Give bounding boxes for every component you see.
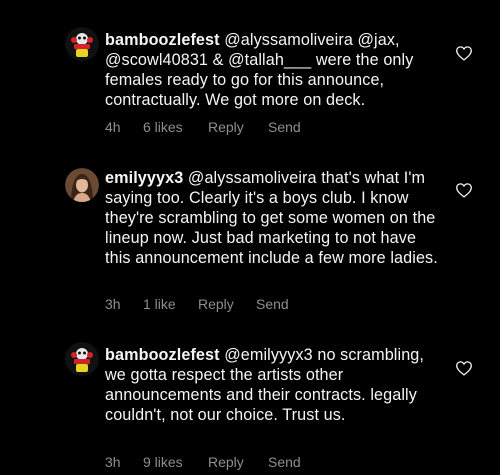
- comment-text: bamboozlefest @emilyyyx3 no scrambling, …: [105, 345, 445, 425]
- reply-button[interactable]: Reply: [208, 454, 268, 472]
- comment-meta: 3h 9 likes Reply Send: [105, 454, 301, 472]
- comment-username[interactable]: bamboozlefest: [105, 346, 220, 364]
- comment-item: bamboozlefest @emilyyyx3 no scrambling, …: [0, 320, 500, 475]
- comment-item: emilyyyx3 @alyssamoliveira that's what I…: [0, 150, 500, 320]
- send-button[interactable]: Send: [268, 119, 301, 137]
- user-photo-avatar-icon: [65, 168, 99, 202]
- comment-text: bamboozlefest @alyssamoliveira @jax, @sc…: [105, 30, 445, 110]
- bamboozle-logo-avatar-icon: [65, 27, 99, 61]
- comment-text: emilyyyx3 @alyssamoliveira that's what I…: [105, 168, 445, 268]
- heart-outline-icon[interactable]: [455, 182, 473, 198]
- comment-meta: 3h 1 like Reply Send: [105, 296, 289, 314]
- send-button[interactable]: Send: [256, 296, 289, 314]
- comment-item: bamboozlefest @alyssamoliveira @jax, @sc…: [0, 0, 500, 150]
- avatar[interactable]: [65, 168, 99, 202]
- comment-time: 3h: [105, 296, 121, 312]
- likes-count[interactable]: 6 likes: [143, 119, 208, 137]
- likes-count[interactable]: 1 like: [143, 296, 198, 314]
- likes-count[interactable]: 9 likes: [143, 454, 208, 472]
- send-button[interactable]: Send: [268, 454, 301, 472]
- comment-meta: 4h 6 likes Reply Send: [105, 119, 301, 137]
- bamboozle-logo-avatar-icon: [65, 342, 99, 376]
- heart-outline-icon[interactable]: [455, 45, 473, 61]
- avatar[interactable]: [65, 342, 99, 376]
- heart-outline-icon[interactable]: [455, 360, 473, 376]
- avatar[interactable]: [65, 27, 99, 61]
- comment-time: 3h: [105, 454, 121, 470]
- reply-button[interactable]: Reply: [208, 119, 268, 137]
- comment-time: 4h: [105, 119, 121, 135]
- reply-button[interactable]: Reply: [198, 296, 256, 314]
- comment-username[interactable]: emilyyyx3: [105, 169, 183, 187]
- comment-username[interactable]: bamboozlefest: [105, 31, 220, 49]
